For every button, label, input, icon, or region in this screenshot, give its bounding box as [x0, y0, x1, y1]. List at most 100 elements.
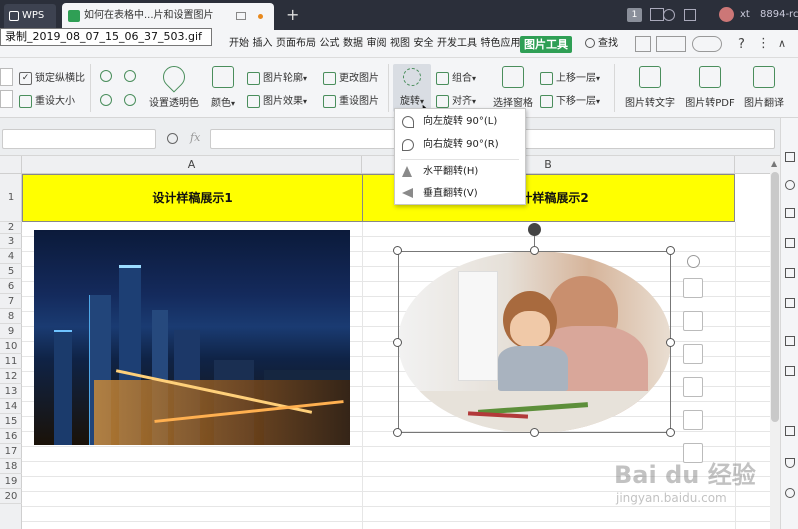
outline-button[interactable]: 图片轮廓▾	[247, 69, 307, 85]
row-header-14[interactable]: 14	[0, 399, 22, 414]
rotate-right-item[interactable]: 向右旋转 90°(R)	[395, 134, 525, 156]
collapse-ribbon-icon[interactable]: ∧	[778, 37, 786, 50]
color-button[interactable]: 颜色▾	[206, 66, 240, 109]
row-header-7[interactable]: 7	[0, 294, 22, 309]
user-name[interactable]: xt	[740, 0, 750, 30]
menu-home[interactable]: 开始	[229, 38, 249, 49]
crop-shape-icon[interactable]	[124, 70, 136, 82]
row-header-20[interactable]: 20	[0, 489, 22, 504]
shapes-icon[interactable]	[785, 180, 795, 190]
zoom-icon[interactable]	[167, 133, 178, 144]
flip-horizontal-item[interactable]: 水平翻转(H)	[395, 161, 525, 183]
property-icon[interactable]	[785, 298, 795, 308]
width-field[interactable]	[0, 68, 13, 86]
resize-handle-ne[interactable]	[666, 246, 675, 255]
align-button[interactable]: 对齐▾	[436, 92, 476, 108]
reset-size-button[interactable]: 重设大小	[19, 92, 75, 108]
function-label[interactable]: fx	[190, 131, 200, 144]
row-header-10[interactable]: 10	[0, 339, 22, 354]
tab-count-badge[interactable]: 1	[627, 8, 642, 22]
height-field[interactable]	[0, 90, 13, 108]
city-night-picture[interactable]	[34, 230, 350, 445]
scroll-up-arrow-icon[interactable]: ▲	[771, 159, 777, 168]
set-transparent-button[interactable]: 设置透明色	[148, 61, 200, 109]
collapse-float-icon[interactable]	[687, 255, 700, 268]
row-header-1[interactable]: 1	[0, 174, 22, 222]
menu-review[interactable]: 审阅	[367, 38, 387, 49]
row-header-19[interactable]: 19	[0, 474, 22, 489]
window-layout-icon[interactable]	[650, 8, 664, 21]
menu-picture-tools[interactable]: 图片工具	[520, 36, 572, 53]
picture-frame-icon[interactable]	[683, 344, 703, 364]
cloud-icon[interactable]	[692, 36, 722, 52]
zoom-in-icon[interactable]	[683, 278, 703, 298]
column-header-a[interactable]: A	[22, 156, 362, 174]
picture-to-pdf-button[interactable]: 图片转PDF	[684, 66, 736, 109]
settings-icon[interactable]	[785, 268, 795, 278]
resize-handle-se[interactable]	[666, 428, 675, 437]
crop-icon[interactable]	[683, 311, 703, 331]
send-backward-button[interactable]: 下移一层▾	[540, 92, 600, 108]
monitor-icon[interactable]	[236, 12, 246, 20]
menu-formula[interactable]: 公式	[320, 38, 340, 49]
reset-picture-button[interactable]: 重设图片	[323, 92, 379, 108]
resize-handle-s[interactable]	[530, 428, 539, 437]
document-tab[interactable]: 如何在表格中...片和设置图片	[62, 3, 274, 30]
new-tab-button[interactable]: +	[286, 0, 299, 30]
row-header-8[interactable]: 8	[0, 309, 22, 324]
image-icon[interactable]	[785, 426, 795, 436]
add-crop-icon[interactable]	[100, 70, 112, 82]
menu-view[interactable]: 视图	[390, 38, 410, 49]
row-header-3[interactable]: 3	[0, 234, 22, 249]
group-button[interactable]: 组合▾	[436, 69, 476, 85]
vertical-scrollbar[interactable]: ▲	[770, 156, 780, 529]
menu-security[interactable]: 安全	[414, 38, 434, 49]
picture-to-text-button[interactable]: 图片转文字	[622, 66, 678, 109]
more-tools-icon[interactable]	[785, 488, 795, 498]
row-header-15[interactable]: 15	[0, 414, 22, 429]
resize-handle-e[interactable]	[666, 338, 675, 347]
table-icon[interactable]	[785, 238, 795, 248]
help-icon[interactable]: ?	[738, 37, 745, 52]
resize-handle-nw[interactable]	[393, 246, 402, 255]
brightness-down-icon[interactable]	[124, 94, 136, 106]
row-header-18[interactable]: 18	[0, 459, 22, 474]
resize-handle-sw[interactable]	[393, 428, 402, 437]
change-picture-button[interactable]: 更改图片	[323, 69, 379, 85]
scroll-thumb[interactable]	[771, 172, 779, 422]
menu-data[interactable]: 数据	[343, 38, 363, 49]
skin-icon[interactable]	[663, 9, 675, 21]
picture-compare-icon[interactable]	[683, 410, 703, 430]
row-header-17[interactable]: 17	[0, 444, 22, 459]
bring-forward-button[interactable]: 上移一层▾	[540, 69, 600, 85]
select-pointer-icon[interactable]	[785, 152, 795, 162]
shield-icon[interactable]	[785, 458, 795, 468]
menu-page-layout[interactable]: 页面布局	[276, 38, 316, 49]
link-icon[interactable]	[785, 366, 795, 376]
row-header-5[interactable]: 5	[0, 264, 22, 279]
effect-button[interactable]: 图片效果▾	[247, 92, 307, 108]
menu-developer[interactable]: 开发工具	[437, 38, 477, 49]
row-header-12[interactable]: 12	[0, 369, 22, 384]
row-header-9[interactable]: 9	[0, 324, 22, 339]
layout-dropdown-icon[interactable]	[656, 36, 686, 52]
select-all-corner[interactable]	[0, 156, 22, 174]
resize-handle-w[interactable]	[393, 338, 402, 347]
cell-a1[interactable]: 设计样稿展示1	[23, 175, 363, 221]
menu-special[interactable]: 特色应用	[481, 38, 521, 49]
row-header-4[interactable]: 4	[0, 249, 22, 264]
user-avatar[interactable]	[719, 7, 734, 22]
row-header-16[interactable]: 16	[0, 429, 22, 444]
more-icon[interactable]: ⋮	[757, 36, 770, 51]
resize-handle-n[interactable]	[530, 246, 539, 255]
row-header-13[interactable]: 13	[0, 384, 22, 399]
search-label[interactable]: 查找	[598, 30, 618, 58]
row-header-2[interactable]: 2	[0, 222, 22, 234]
row-header-11[interactable]: 11	[0, 354, 22, 369]
picture-convert-icon[interactable]	[683, 377, 703, 397]
share-icon[interactable]	[684, 9, 696, 21]
style-icon[interactable]	[785, 208, 795, 218]
wps-home-tab[interactable]: WPS	[4, 4, 56, 28]
selection-frame[interactable]	[398, 251, 671, 433]
search-icon[interactable]	[585, 38, 595, 48]
